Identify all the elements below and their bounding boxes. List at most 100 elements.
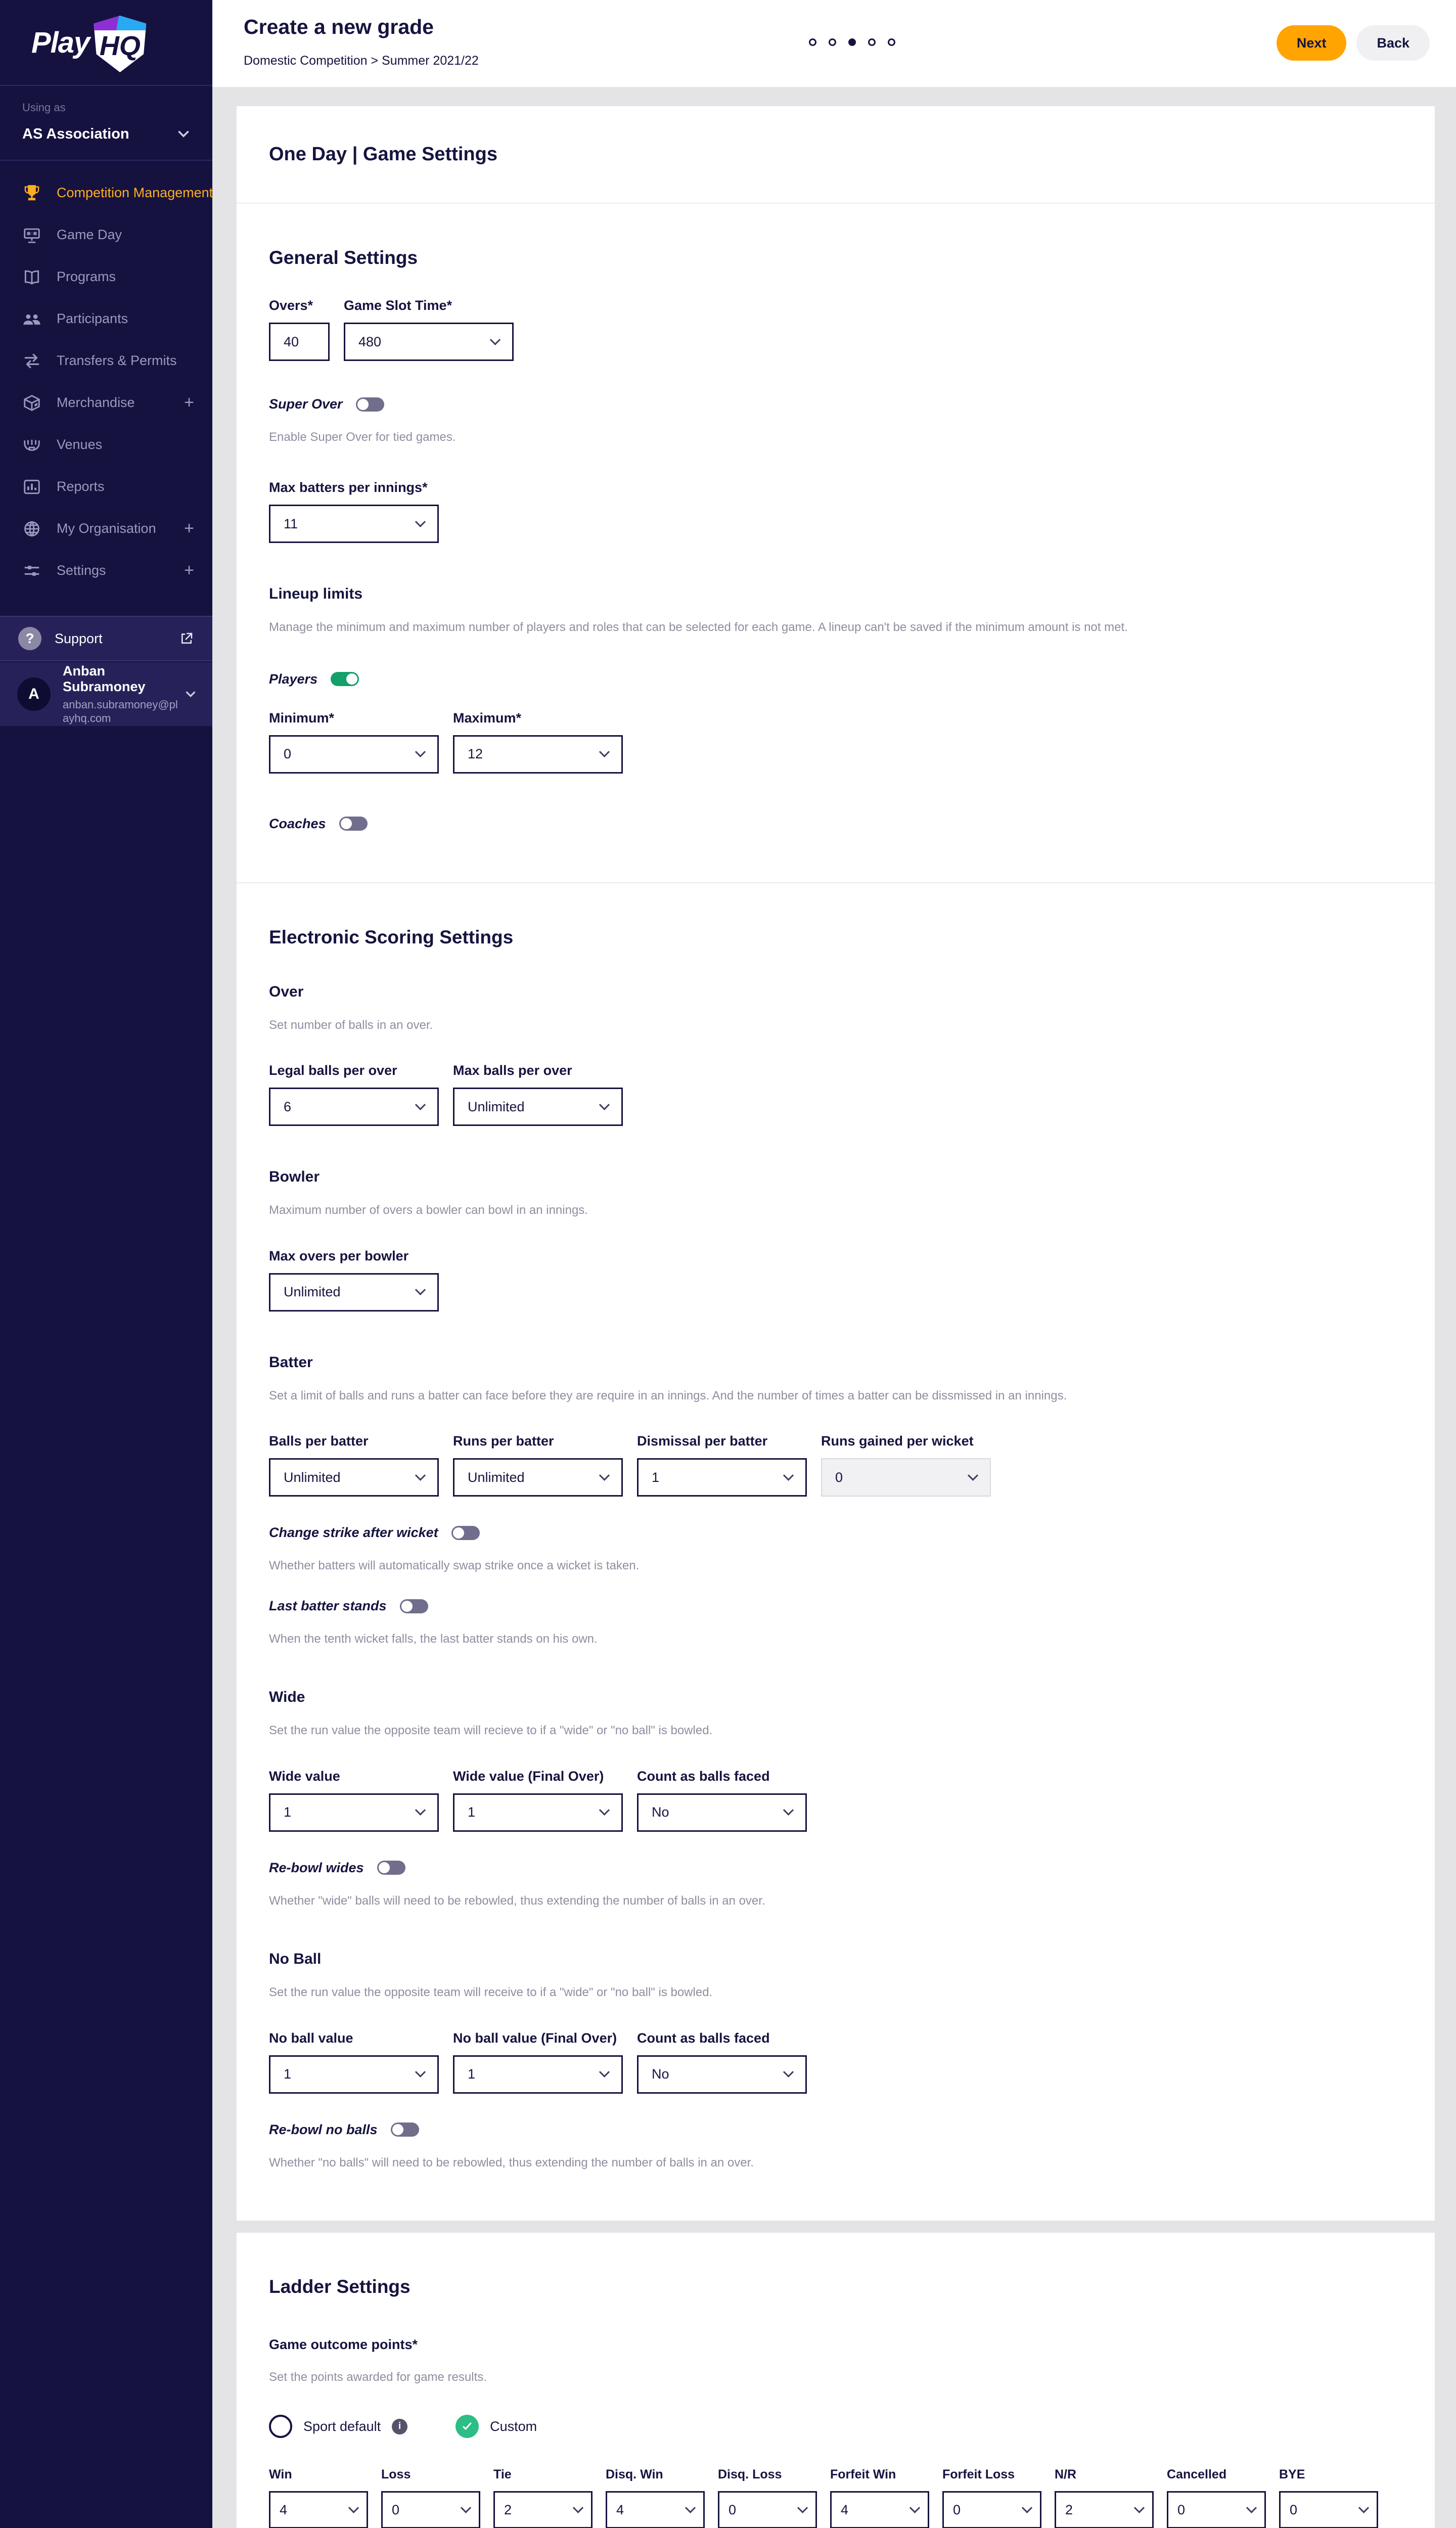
- forfeit-loss-select[interactable]: 0: [942, 2491, 1041, 2528]
- overs-input[interactable]: 40: [269, 323, 330, 361]
- chevron-down-icon: [415, 2067, 426, 2078]
- radio-label: Custom: [490, 2419, 537, 2434]
- sidebar-nav: Competition ManagementGame DayPrograms Pa…: [0, 161, 212, 592]
- chevron-down-icon: [573, 2502, 583, 2513]
- select-value: 0: [953, 2502, 961, 2518]
- cancelled-select[interactable]: 0: [1167, 2491, 1266, 2528]
- no-ball-count-select[interactable]: No: [637, 2055, 807, 2094]
- custom-option[interactable]: Custom: [456, 2415, 537, 2438]
- select-value: 1: [468, 2066, 475, 2082]
- user-menu[interactable]: A Anban Subramoney anban.subramoney@play…: [0, 662, 212, 726]
- sidebar: Play HQ Using as AS Association Competit…: [0, 0, 212, 2528]
- maximum-select[interactable]: 12: [453, 735, 623, 774]
- no-ball-value-select[interactable]: 1: [269, 2055, 439, 2094]
- field-label: Runs per batter: [453, 1433, 623, 1449]
- plus-icon[interactable]: +: [184, 393, 194, 413]
- info-icon[interactable]: [392, 2419, 407, 2434]
- game-outcome-points-label: Game outcome points*: [269, 2337, 1402, 2353]
- select-value: 0: [835, 1470, 843, 1485]
- dismissal-per-batter-select[interactable]: 1: [637, 1458, 807, 1497]
- wide-count-select[interactable]: No: [637, 1793, 807, 1832]
- last-batter-toggle[interactable]: [400, 1599, 428, 1613]
- sidebar-item-reports[interactable]: Reports: [0, 466, 212, 508]
- org-switcher[interactable]: Using as AS Association: [0, 86, 212, 160]
- chevron-down-icon: [1246, 2502, 1257, 2513]
- field-label: Wide value (Final Over): [453, 1769, 623, 1784]
- sidebar-item-support[interactable]: ? Support: [0, 616, 212, 661]
- sidebar-item-participants[interactable]: Participants: [0, 298, 212, 340]
- bowler-help: Maximum number of overs a bowler can bow…: [269, 1202, 1402, 1219]
- forfeit-win-select[interactable]: 4: [830, 2491, 929, 2528]
- outcome-field-win: Win4: [269, 2467, 368, 2528]
- select-value: No: [652, 2066, 669, 2082]
- sidebar-item-merchandise[interactable]: Merchandise+: [0, 382, 212, 424]
- bye-select[interactable]: 0: [1279, 2491, 1378, 2528]
- section-heading: General Settings: [269, 247, 1402, 268]
- wide-help: Set the run value the opposite team will…: [269, 1722, 1402, 1739]
- balls-per-batter-select[interactable]: Unlimited: [269, 1458, 439, 1497]
- plus-icon[interactable]: +: [184, 561, 194, 580]
- disq-win-select[interactable]: 4: [606, 2491, 705, 2528]
- user-email: anban.subramoney@playhq.com: [63, 698, 184, 726]
- select-value: 12: [468, 746, 483, 762]
- sidebar-item-programs[interactable]: Programs: [0, 256, 212, 298]
- last-batter-help: When the tenth wicket falls, the last ba…: [269, 1632, 1402, 1646]
- sidebar-item-transfers-permits[interactable]: Transfers & Permits: [0, 340, 212, 382]
- sidebar-item-game-day[interactable]: Game Day: [0, 214, 212, 256]
- sidebar-item-competition-management[interactable]: Competition Management: [0, 172, 212, 214]
- radio-checked-icon[interactable]: [456, 2415, 479, 2438]
- max-overs-select[interactable]: Unlimited: [269, 1273, 439, 1312]
- section-heading: Ladder Settings: [269, 2276, 1402, 2297]
- chevron-down-icon: [175, 125, 192, 143]
- change-strike-toggle[interactable]: [451, 1526, 480, 1540]
- minimum-field: Minimum* 0: [269, 710, 439, 774]
- legal-balls-field: Legal balls per over 6: [269, 1063, 439, 1126]
- ladder-settings-card: Ladder Settings Game outcome points* Set…: [237, 2233, 1435, 2528]
- players-toggle[interactable]: [331, 672, 359, 686]
- n-r-select[interactable]: 2: [1055, 2491, 1154, 2528]
- no-ball-final-over-select[interactable]: 1: [453, 2055, 623, 2094]
- electronic-scoring-section: Electronic Scoring Settings Over Set num…: [237, 882, 1435, 2221]
- sidebar-item-venues[interactable]: Venues: [0, 424, 212, 466]
- sidebar-item-settings[interactable]: Settings+: [0, 550, 212, 592]
- lineup-limits-heading: Lineup limits: [269, 585, 1402, 603]
- players-label: Players: [269, 671, 317, 687]
- plus-icon[interactable]: +: [184, 519, 194, 538]
- game-outcome-points-help: Set the points awarded for game results.: [269, 2369, 1402, 2386]
- globe-icon: [22, 519, 41, 538]
- disq-loss-select[interactable]: 0: [718, 2491, 817, 2528]
- runs-per-batter-select[interactable]: Unlimited: [453, 1458, 623, 1497]
- rebowl-wides-toggle[interactable]: [377, 1861, 405, 1875]
- wide-value-select[interactable]: 1: [269, 1793, 439, 1832]
- max-balls-select[interactable]: Unlimited: [453, 1088, 623, 1126]
- wide-value-field: Wide value 1: [269, 1769, 439, 1832]
- game-slot-time-field: Game Slot Time* 480: [344, 298, 514, 361]
- minimum-select[interactable]: 0: [269, 735, 439, 774]
- sidebar-item-label: Participants: [57, 311, 194, 327]
- chevron-down-icon: [599, 747, 610, 757]
- field-label: Game Slot Time*: [344, 298, 514, 313]
- max-batters-select[interactable]: 11: [269, 505, 439, 543]
- sport-default-option[interactable]: Sport default: [269, 2415, 407, 2438]
- game-slot-time-select[interactable]: 480: [344, 323, 514, 361]
- loss-select[interactable]: 0: [381, 2491, 480, 2528]
- legal-balls-select[interactable]: 6: [269, 1088, 439, 1126]
- chevron-down-icon: [490, 334, 500, 345]
- next-button[interactable]: Next: [1277, 25, 1347, 61]
- radio-icon[interactable]: [269, 2415, 292, 2438]
- win-select[interactable]: 4: [269, 2491, 368, 2528]
- using-as-label: Using as: [22, 101, 192, 114]
- wide-final-over-select[interactable]: 1: [453, 1793, 623, 1832]
- step-dot-2: [829, 38, 836, 46]
- box-icon: [22, 393, 41, 413]
- back-button[interactable]: Back: [1356, 25, 1430, 61]
- rebowl-no-balls-toggle[interactable]: [391, 2123, 419, 2137]
- wide-final-over-field: Wide value (Final Over) 1: [453, 1769, 623, 1832]
- coaches-toggle[interactable]: [339, 817, 368, 831]
- sidebar-item-my-organisation[interactable]: My Organisation+: [0, 508, 212, 550]
- batter-heading: Batter: [269, 1354, 1402, 1371]
- super-over-toggle[interactable]: [356, 397, 384, 412]
- tie-select[interactable]: 2: [493, 2491, 593, 2528]
- select-value: 0: [1290, 2502, 1297, 2518]
- field-label: Legal balls per over: [269, 1063, 439, 1078]
